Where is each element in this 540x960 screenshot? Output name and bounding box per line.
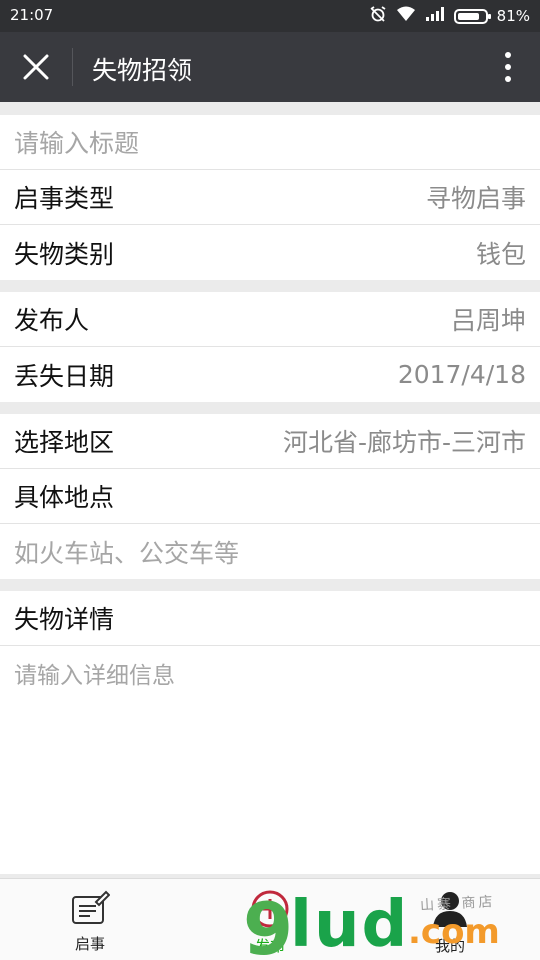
region-row[interactable]: 选择地区 河北省-廊坊市-三河市 — [0, 414, 540, 469]
more-vertical-icon — [505, 52, 511, 82]
publisher-row[interactable]: 发布人 吕周坤 — [0, 292, 540, 347]
details-placeholder: 请输入详细信息 — [14, 663, 175, 689]
close-button[interactable] — [18, 49, 54, 85]
alarm-off-icon — [369, 5, 387, 27]
watermark-com: .com — [408, 912, 500, 952]
lost-date-label: 丢失日期 — [14, 361, 115, 391]
title-divider — [72, 48, 73, 86]
battery-icon — [453, 8, 491, 24]
close-icon — [23, 54, 49, 80]
title-bar: 失物招领 — [0, 32, 540, 102]
location-placeholder: 如火车站、公交车等 — [14, 538, 240, 568]
category-row[interactable]: 失物类别 钱包 — [0, 225, 540, 280]
form-group-details: 失物详情 请输入详细信息 — [0, 591, 540, 874]
category-value: 钱包 — [475, 239, 526, 269]
category-label: 失物类别 — [14, 239, 115, 269]
notice-edit-icon — [72, 890, 110, 924]
location-input[interactable]: 如火车站、公交车等 — [0, 524, 540, 579]
location-label-row: 具体地点 — [0, 469, 540, 524]
wifi-icon — [396, 6, 416, 26]
page-title: 失物招领 — [92, 56, 193, 85]
status-time: 21:07 — [10, 6, 54, 24]
region-label: 选择地区 — [14, 428, 115, 457]
title-input[interactable]: 请输入标题 — [0, 115, 540, 170]
tab-notices-label: 启事 — [74, 935, 105, 953]
form-group-basic: 请输入标题 启事类型 寻物启事 失物类别 钱包 — [0, 115, 540, 280]
notice-type-label: 启事类型 — [14, 184, 115, 213]
details-label: 失物详情 — [14, 605, 115, 634]
details-label-row: 失物详情 — [0, 591, 540, 646]
location-label: 具体地点 — [14, 483, 115, 512]
form-content: 请输入标题 启事类型 寻物启事 失物类别 钱包 发布人 吕周坤 丢失日期 201… — [0, 102, 540, 878]
title-placeholder: 请输入标题 — [14, 129, 140, 158]
form-group-location: 选择地区 河北省-廊坊市-三河市 具体地点 如火车站、公交车等 — [0, 414, 540, 579]
lost-date-value: 2017/4/18 — [397, 360, 526, 389]
status-bar: 21:07 81% — [0, 0, 540, 32]
battery-percent: 81% — [496, 7, 530, 25]
publisher-label: 发布人 — [14, 306, 90, 335]
more-menu-button[interactable] — [498, 50, 518, 84]
publisher-value: 吕周坤 — [450, 306, 526, 335]
status-icons: 81% — [369, 5, 530, 27]
tab-notices[interactable]: 启事 — [0, 879, 180, 960]
signal-icon — [425, 6, 445, 26]
lost-date-row[interactable]: 丢失日期 2017/4/18 — [0, 347, 540, 402]
watermark-lud: lud — [290, 888, 410, 960]
form-group-person: 发布人 吕周坤 丢失日期 2017/4/18 — [0, 292, 540, 402]
watermark-nine: 9 — [243, 887, 294, 960]
notice-type-row[interactable]: 启事类型 寻物启事 — [0, 170, 540, 225]
region-value: 河北省-廊坊市-三河市 — [282, 428, 526, 457]
details-textarea[interactable]: 请输入详细信息 — [0, 646, 540, 874]
notice-type-value: 寻物启事 — [425, 184, 526, 213]
